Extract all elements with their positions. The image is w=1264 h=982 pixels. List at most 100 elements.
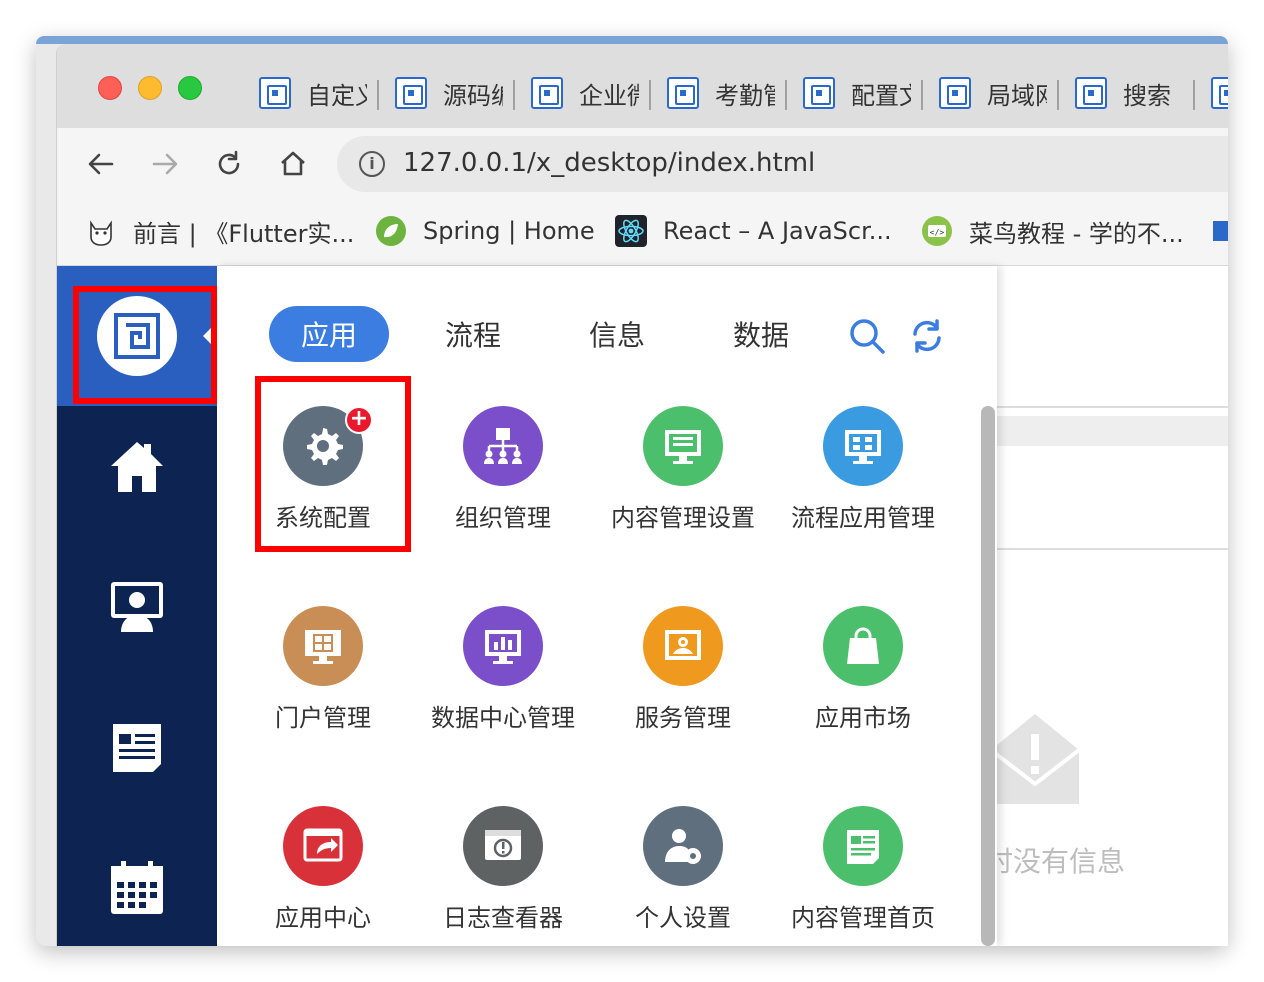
browser-tab[interactable]: 搜索: [1075, 74, 1195, 112]
share-window-icon: [283, 806, 363, 886]
app-personal-settings[interactable]: 个人设置: [593, 806, 773, 946]
header-bar: [993, 416, 1228, 446]
info-icon[interactable]: i: [359, 151, 385, 177]
app-label: 组织管理: [455, 504, 551, 532]
sidebar-home[interactable]: [105, 434, 169, 498]
tab-separator: [785, 80, 787, 110]
app-market[interactable]: 应用市场: [773, 606, 953, 756]
browser-window: 自定义 源码编 企业微 考勤管 配置文 局域网: [56, 44, 1228, 946]
home-icon: [111, 442, 163, 492]
tab-separator: [377, 80, 379, 110]
browser-tab[interactable]: 源码编: [395, 74, 515, 112]
o2oa-favicon-icon: [803, 77, 835, 109]
tab-strip: 自定义 源码编 企业微 考勤管 配置文 局域网: [57, 44, 1228, 128]
browser-tab[interactable]: 考勤管: [667, 74, 787, 112]
app-label: 服务管理: [635, 704, 731, 732]
bookmarks-bar: 前言 | 《Flutter实... Spring | Home React – …: [57, 200, 1228, 266]
app-menu-panel: 应用 流程 信息 数据 + 系统配置 组织管理 内容管理设置 流程应用管理 门户…: [217, 266, 997, 946]
service-icon: [643, 606, 723, 686]
tab-label: 搜索: [1123, 81, 1171, 110]
maximize-window-button[interactable]: [178, 76, 202, 100]
back-button[interactable]: [83, 146, 119, 182]
o2oa-favicon-icon: [939, 77, 971, 109]
app-service-management[interactable]: 服务管理: [593, 606, 773, 756]
sidebar-calendar[interactable]: [105, 856, 169, 920]
log-viewer-icon: [463, 806, 543, 886]
refresh-icon[interactable]: [907, 316, 947, 356]
app-label: 流程应用管理: [791, 504, 935, 532]
sidebar-news[interactable]: [105, 714, 169, 778]
empty-message: 时没有信息: [985, 845, 1126, 878]
browser-toolbar: i 127.0.0.1/x_desktop/index.html: [57, 128, 1228, 200]
forward-button[interactable]: [147, 146, 183, 182]
bookmark-react[interactable]: React – A JavaScr...: [615, 214, 892, 248]
divider: [993, 406, 1228, 408]
browser-tab[interactable]: 自定义: [259, 74, 379, 112]
app-label: 门户管理: [275, 704, 371, 732]
app-log-viewer[interactable]: 日志查看器: [413, 806, 593, 946]
menu-scrollbar[interactable]: [981, 406, 995, 946]
tab-label: 企业微: [579, 81, 639, 110]
tab-separator: [1193, 80, 1195, 110]
app-portal-management[interactable]: 门户管理: [233, 606, 413, 756]
tab-process[interactable]: 流程: [413, 306, 533, 362]
home-button[interactable]: [275, 146, 311, 182]
tab-separator: [513, 80, 515, 110]
bookmark-runoob[interactable]: </> 菜鸟教程 - 学的不...: [921, 214, 1184, 248]
tab-apps[interactable]: 应用: [269, 306, 389, 362]
tab-separator: [1057, 80, 1059, 110]
bookmark-partial[interactable]: [1213, 214, 1228, 248]
bookmark-flutter[interactable]: 前言 | 《Flutter实...: [85, 214, 354, 248]
app-label: 个人设置: [635, 904, 731, 932]
app-label: 日志查看器: [443, 904, 563, 932]
tab-label: 局域网: [987, 81, 1047, 110]
browser-tab[interactable]: 企业微: [531, 74, 651, 112]
forward-arrow-icon: [152, 153, 178, 175]
o2oa-favicon-icon: [259, 77, 291, 109]
app-center[interactable]: 应用中心: [233, 806, 413, 946]
o2oa-favicon-icon: [531, 77, 563, 109]
bar-chart-icon: [463, 606, 543, 686]
reload-button[interactable]: [211, 146, 247, 182]
spring-leaf-icon: [376, 216, 406, 246]
bookmark-spring[interactable]: Spring | Home: [375, 214, 595, 248]
user-monitor-icon: [111, 582, 163, 632]
tab-label: 配置文: [851, 81, 911, 110]
close-window-button[interactable]: [98, 76, 122, 100]
svg-text:</>: </>: [930, 228, 945, 237]
portal-grid-icon: [283, 606, 363, 686]
tab-info[interactable]: 信息: [557, 306, 677, 362]
tab-label: 考勤管: [715, 81, 775, 110]
browser-tab[interactable]: 局域网: [939, 74, 1059, 112]
browser-tab[interactable]: 配置文: [803, 74, 923, 112]
bookmark-label: React – A JavaScr...: [663, 217, 892, 245]
url-text[interactable]: 127.0.0.1/x_desktop/index.html: [403, 148, 815, 178]
news-icon: [823, 806, 903, 886]
org-chart-icon: [463, 406, 543, 486]
background-window-edge: [36, 36, 1228, 44]
sidebar-meeting[interactable]: [105, 574, 169, 638]
monitor-doc-icon: [643, 406, 723, 486]
app-cms-home[interactable]: 内容管理首页: [773, 806, 953, 946]
bookmark-label: Spring | Home: [423, 217, 595, 245]
app-datacenter-management[interactable]: 数据中心管理: [413, 606, 593, 756]
search-icon[interactable]: [847, 316, 887, 356]
address-bar[interactable]: i 127.0.0.1/x_desktop/index.html: [337, 136, 1228, 192]
app-org-management[interactable]: 组织管理: [413, 406, 593, 556]
app-process-management[interactable]: 流程应用管理: [773, 406, 953, 556]
app-label: 内容管理设置: [611, 504, 755, 532]
o2oa-favicon-icon: [395, 77, 427, 109]
user-settings-icon: [643, 806, 723, 886]
tab-data[interactable]: 数据: [701, 306, 821, 362]
highlight-box-logo: [73, 286, 217, 404]
app-cms-settings[interactable]: 内容管理设置: [593, 406, 773, 556]
browser-tab-partial[interactable]: [1211, 74, 1228, 112]
app-label: 数据中心管理: [431, 704, 575, 732]
minimize-window-button[interactable]: [138, 76, 162, 100]
newspaper-icon: [113, 724, 161, 772]
tab-label: 自定义: [307, 81, 367, 110]
calendar-icon: [111, 861, 163, 914]
o2oa-desktop: 时没有信息 应用 流程 信息 数据 + 系统配置 组织管理 内容管理设置 流程应…: [57, 266, 1228, 946]
tab-label: 源码编: [443, 81, 503, 110]
o2oa-favicon-icon: [1075, 77, 1107, 109]
